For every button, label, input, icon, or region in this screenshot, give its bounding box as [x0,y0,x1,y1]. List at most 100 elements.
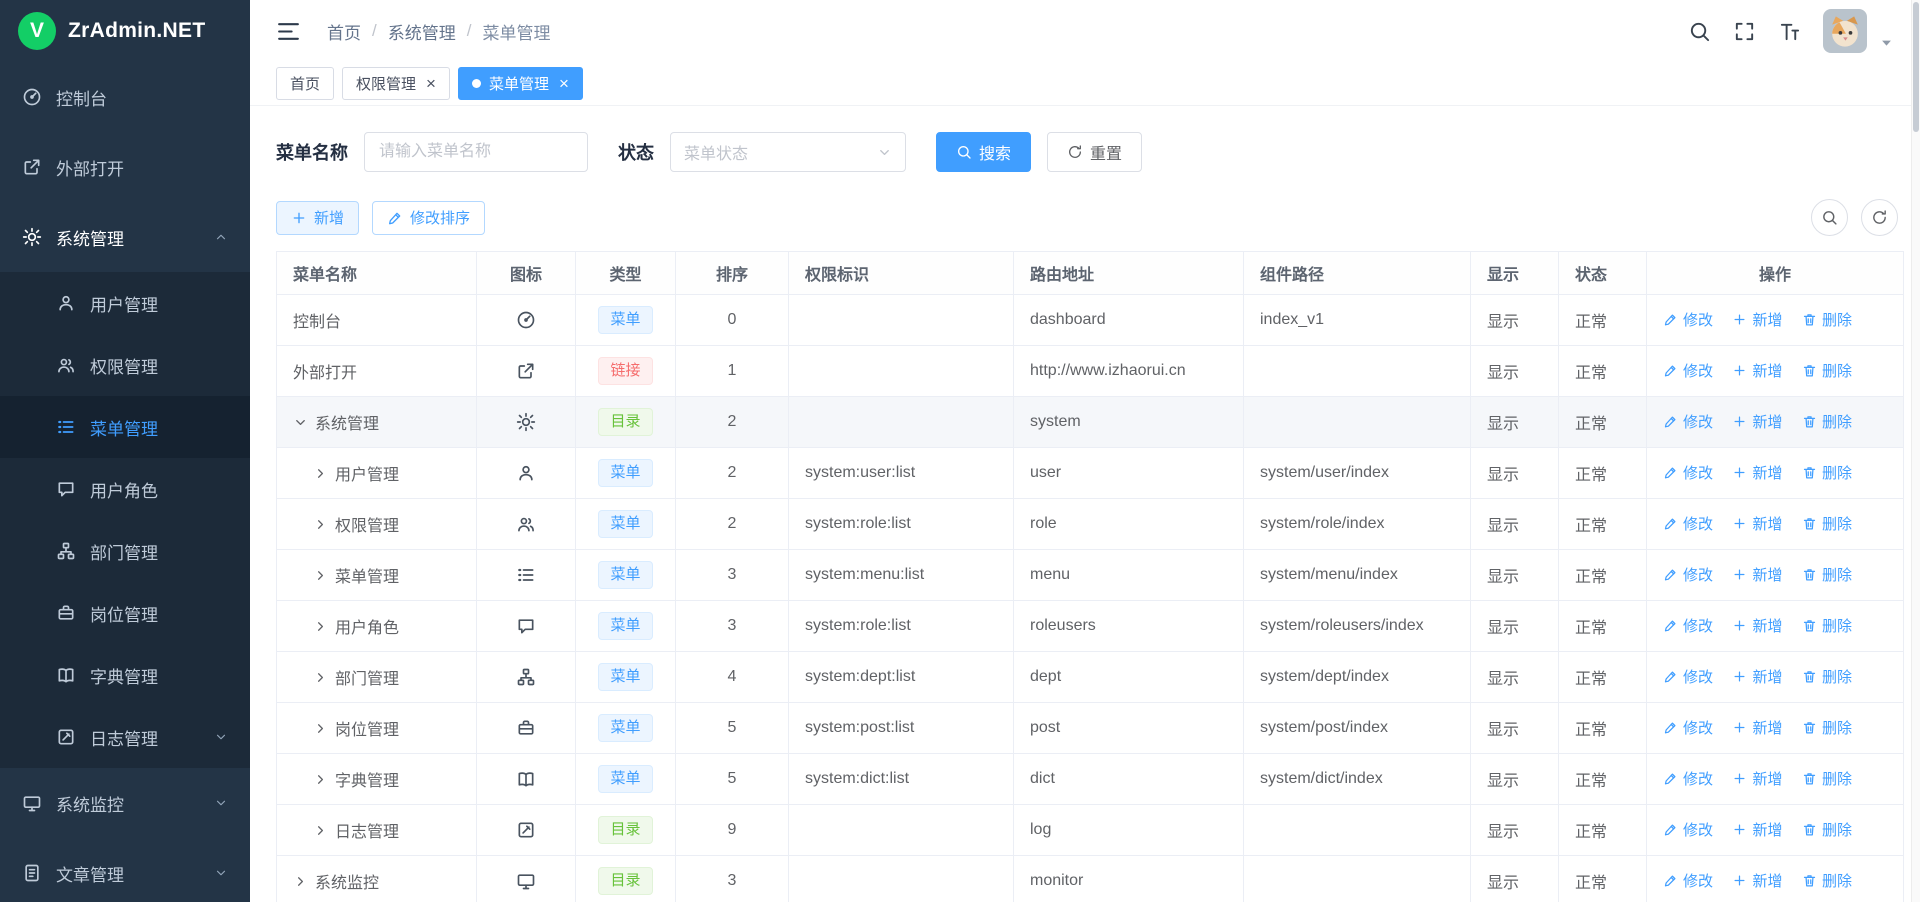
sort-button[interactable]: 修改排序 [372,201,485,235]
row-expand-chevron-down-icon[interactable] [293,415,308,430]
row-delete-link[interactable]: 删除 [1802,360,1852,381]
refresh-table-button[interactable] [1861,199,1898,236]
row-order: 0 [728,311,737,328]
edit-icon [1663,669,1678,684]
table-row-monitor[interactable]: 系统监控 目录 3 monitor 显示 正常 修改 新增 删除 [277,856,1904,902]
edit-square-icon [516,820,536,840]
table-row-log[interactable]: 日志管理 目录 9 log 显示 正常 修改 新增 删除 [277,805,1904,856]
type-tag: 菜单 [598,561,652,589]
row-add-link[interactable]: 新增 [1732,870,1782,891]
row-edit-link[interactable]: 修改 [1663,768,1713,789]
sidebar-item-menu[interactable]: 菜单管理 [0,396,250,458]
row-expand-chevron-right-icon[interactable] [313,721,328,736]
row-edit-link[interactable]: 修改 [1663,717,1713,738]
row-delete-link[interactable]: 删除 [1802,462,1852,483]
table-row-menu[interactable]: 菜单管理 菜单 3 system:menu:list menu system/m… [277,550,1904,601]
table-row-system[interactable]: 系统管理 目录 2 system 显示 正常 修改 新增 删除 [277,397,1904,448]
sidebar-item-article[interactable]: 文章管理 [0,838,250,902]
row-expand-chevron-right-icon[interactable] [313,517,328,532]
row-edit-link[interactable]: 修改 [1663,564,1713,585]
row-expand-chevron-right-icon[interactable] [313,619,328,634]
row-expand-chevron-right-icon[interactable] [313,568,328,583]
font-size-icon[interactable] [1778,20,1801,43]
sidebar-item-external[interactable]: 外部打开 [0,132,250,202]
row-edit-link[interactable]: 修改 [1663,870,1713,891]
breadcrumb-system[interactable]: 系统管理 [388,19,456,44]
user-menu-caret-icon[interactable] [1879,35,1894,50]
hamburger-icon[interactable] [276,19,301,44]
page-scrollbar[interactable] [1911,0,1920,902]
row-add-link[interactable]: 新增 [1732,717,1782,738]
table-row-post[interactable]: 岗位管理 菜单 5 system:post:list post system/p… [277,703,1904,754]
tab-home[interactable]: 首页 [276,67,334,100]
search-button[interactable]: 搜索 [936,132,1031,172]
row-edit-link[interactable]: 修改 [1663,513,1713,534]
type-tag: 菜单 [598,306,652,334]
row-delete-link[interactable]: 删除 [1802,411,1852,432]
row-add-link[interactable]: 新增 [1732,564,1782,585]
row-delete-link[interactable]: 删除 [1802,819,1852,840]
row-delete-link[interactable]: 删除 [1802,870,1852,891]
table-row-console[interactable]: 控制台 菜单 0 dashboard index_v1 显示 正常 修改 新增 … [277,295,1904,346]
row-delete-link[interactable]: 删除 [1802,513,1852,534]
row-add-link[interactable]: 新增 [1732,360,1782,381]
row-add-link[interactable]: 新增 [1732,666,1782,687]
row-add-link[interactable]: 新增 [1732,615,1782,636]
plus-icon [1732,414,1747,429]
tab-close-icon[interactable]: × [559,75,569,92]
row-expand-chevron-right-icon[interactable] [313,670,328,685]
breadcrumb-home[interactable]: 首页 [327,19,361,44]
status-select[interactable]: 菜单状态 [670,132,906,172]
add-button[interactable]: 新增 [276,201,359,235]
row-delete-link[interactable]: 删除 [1802,768,1852,789]
sidebar-item-system[interactable]: 系统管理 [0,202,250,272]
row-edit-link[interactable]: 修改 [1663,462,1713,483]
fullscreen-icon[interactable] [1733,20,1756,43]
row-add-link[interactable]: 新增 [1732,309,1782,330]
row-add-link[interactable]: 新增 [1732,462,1782,483]
table-row-external[interactable]: 外部打开 链接 1 http://www.izhaorui.cn 显示 正常 修… [277,346,1904,397]
tab-role[interactable]: 权限管理 × [342,67,450,100]
row-edit-link[interactable]: 修改 [1663,819,1713,840]
row-edit-link[interactable]: 修改 [1663,615,1713,636]
row-edit-link[interactable]: 修改 [1663,309,1713,330]
row-delete-link[interactable]: 删除 [1802,615,1852,636]
row-expand-chevron-right-icon[interactable] [313,823,328,838]
sidebar-item-dict[interactable]: 字典管理 [0,644,250,706]
menu-name-input[interactable] [364,132,588,172]
table-row-dept[interactable]: 部门管理 菜单 4 system:dept:list dept system/d… [277,652,1904,703]
table-row-user[interactable]: 用户管理 菜单 2 system:user:list user system/u… [277,448,1904,499]
row-expand-chevron-right-icon[interactable] [313,772,328,787]
row-edit-link[interactable]: 修改 [1663,666,1713,687]
row-delete-link[interactable]: 删除 [1802,309,1852,330]
table-row-dict[interactable]: 字典管理 菜单 5 system:dict:list dict system/d… [277,754,1904,805]
scrollbar-thumb[interactable] [1913,2,1919,132]
sidebar-item-dept[interactable]: 部门管理 [0,520,250,582]
row-add-link[interactable]: 新增 [1732,411,1782,432]
row-delete-link[interactable]: 删除 [1802,564,1852,585]
sidebar-item-monitor[interactable]: 系统监控 [0,768,250,838]
row-delete-link[interactable]: 删除 [1802,666,1852,687]
row-expand-chevron-right-icon[interactable] [293,874,308,889]
toggle-search-button[interactable] [1811,199,1848,236]
sidebar-item-post[interactable]: 岗位管理 [0,582,250,644]
row-add-link[interactable]: 新增 [1732,819,1782,840]
tab-close-icon[interactable]: × [426,75,436,92]
reset-button[interactable]: 重置 [1047,132,1142,172]
row-edit-link[interactable]: 修改 [1663,360,1713,381]
sidebar-item-log[interactable]: 日志管理 [0,706,250,768]
sidebar-item-role[interactable]: 权限管理 [0,334,250,396]
sidebar-item-roleusers[interactable]: 用户角色 [0,458,250,520]
row-expand-chevron-right-icon[interactable] [313,466,328,481]
table-row-role[interactable]: 权限管理 菜单 2 system:role:list role system/r… [277,499,1904,550]
tab-menu-active[interactable]: 菜单管理 × [458,67,583,100]
search-icon[interactable] [1688,20,1711,43]
sidebar-item-console[interactable]: 控制台 [0,62,250,132]
sidebar-item-user[interactable]: 用户管理 [0,272,250,334]
table-row-roleusers[interactable]: 用户角色 菜单 3 system:role:list roleusers sys… [277,601,1904,652]
row-add-link[interactable]: 新增 [1732,768,1782,789]
row-edit-link[interactable]: 修改 [1663,411,1713,432]
row-add-link[interactable]: 新增 [1732,513,1782,534]
user-avatar[interactable] [1823,9,1867,53]
row-delete-link[interactable]: 删除 [1802,717,1852,738]
